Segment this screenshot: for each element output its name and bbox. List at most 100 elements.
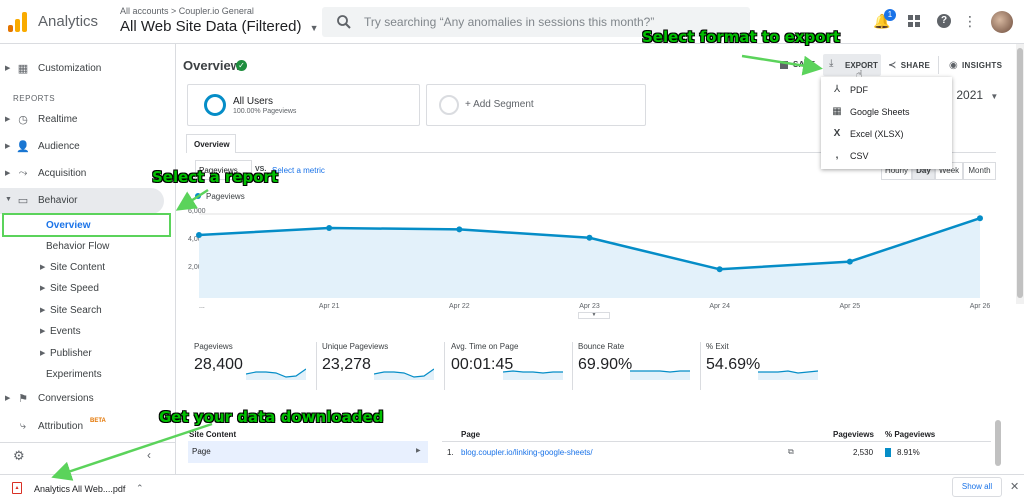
tab-overview[interactable]: Overview bbox=[186, 134, 236, 153]
sparkline bbox=[503, 370, 563, 380]
dashboard-icon: ▦ bbox=[17, 63, 29, 75]
notification-badge: 1 bbox=[884, 9, 896, 21]
sidebar-item-acquisition[interactable]: ▶ ⤳ Acquisition bbox=[0, 161, 176, 187]
sidebar-item-realtime[interactable]: ▶ ◷ Realtime bbox=[0, 107, 176, 133]
export-menu-item-google-sheets[interactable]: ▦ Google Sheets bbox=[821, 101, 952, 123]
sidebar-subitem-site-content[interactable]: ▶ Site Content bbox=[0, 257, 176, 278]
scorecard-unique-pageviews[interactable]: Unique Pageviews 23,278 bbox=[322, 342, 442, 392]
more-vert-icon[interactable]: ⋮ bbox=[961, 12, 979, 30]
x-tick-label: Apr 25 bbox=[840, 303, 861, 310]
chevron-up-icon[interactable]: ⌃ bbox=[136, 483, 144, 494]
sidebar-item-audience[interactable]: ▶ 👤 Audience bbox=[0, 134, 176, 160]
close-icon[interactable]: ✕ bbox=[1010, 480, 1019, 493]
legend-swatch bbox=[195, 193, 201, 199]
acquisition-icon: ⤳ bbox=[18, 167, 28, 179]
page-scrollbar-thumb[interactable] bbox=[1017, 48, 1023, 298]
site-content-row-page[interactable]: Page ▶ bbox=[188, 441, 428, 463]
collapse-sidebar-icon[interactable]: ‹ bbox=[147, 448, 151, 462]
sidebar-item-behavior[interactable]: ▼ ▭ Behavior bbox=[0, 188, 164, 214]
export-menu-item-excel[interactable]: X Excel (XLSX) bbox=[821, 123, 952, 145]
segment-subtitle: 100.00% Pageviews bbox=[233, 108, 297, 115]
scorecard-exit[interactable]: % Exit 54.69% bbox=[706, 342, 826, 392]
open-page-icon[interactable]: ⧉ bbox=[788, 447, 794, 457]
scorecard-avg-time[interactable]: Avg. Time on Page 00:01:45 bbox=[451, 342, 571, 392]
avatar[interactable] bbox=[991, 11, 1013, 33]
table-row: 1. blog.coupler.io/linking-google-sheets… bbox=[442, 441, 991, 463]
data-point bbox=[716, 266, 723, 273]
export-menu-item-pdf[interactable]: ⅄ PDF bbox=[821, 79, 952, 101]
app-title: Analytics bbox=[38, 13, 99, 30]
data-point bbox=[977, 215, 983, 222]
pct-bar bbox=[885, 448, 891, 457]
x-tick-label: Apr 23 bbox=[579, 303, 600, 310]
export-menu-item-csv[interactable]: , CSV bbox=[821, 145, 952, 167]
gear-icon[interactable]: ⚙ bbox=[13, 448, 25, 464]
page-title: Overview bbox=[183, 58, 241, 73]
sidebar-subitem-publisher[interactable]: ▶ Publisher bbox=[0, 343, 176, 364]
sidebar-subitem-behavior-flow[interactable]: Behavior Flow bbox=[0, 236, 176, 257]
add-segment[interactable]: + Add Segment bbox=[426, 84, 646, 126]
toolbar-divider bbox=[938, 56, 939, 74]
property-selector[interactable]: All Web Site Data (Filtered) ▼ bbox=[120, 18, 319, 35]
data-point bbox=[586, 234, 593, 241]
data-point bbox=[326, 225, 333, 231]
x-tick-label: Apr 26 bbox=[970, 303, 991, 310]
insights-button[interactable]: ◉ INSIGHTS bbox=[949, 60, 1002, 71]
sidebar-item-attribution[interactable]: ⤷ Attribution BETA bbox=[0, 414, 176, 440]
table-scrollbar-thumb[interactable] bbox=[995, 420, 1001, 466]
sidebar-item-customization[interactable]: ▶ ▦ Customization bbox=[0, 56, 176, 82]
select-metric-link[interactable]: Select a metric bbox=[272, 166, 325, 175]
pageviews-chart: 2,0004,0006,000... Apr 21 Apr 22 Apr 23 Apr … bbox=[188, 208, 991, 310]
reports-header: REPORTS bbox=[13, 94, 56, 103]
caret-down-icon: ▼ bbox=[309, 23, 319, 33]
sidebar-item-conversions[interactable]: ▶ ⚑ Conversions bbox=[0, 386, 176, 412]
scorecard-divider bbox=[572, 342, 573, 390]
x-tick-label: Apr 21 bbox=[319, 303, 340, 310]
show-all-button[interactable]: Show all bbox=[952, 477, 1002, 497]
export-button[interactable]: ⤓ EXPORT bbox=[823, 54, 881, 76]
analytics-logo[interactable] bbox=[8, 12, 28, 32]
help-icon[interactable]: ? bbox=[935, 12, 953, 30]
sidebar-subitem-site-speed[interactable]: ▶ Site Speed bbox=[0, 278, 176, 299]
scorecard-bounce-rate[interactable]: Bounce Rate 69.90% bbox=[578, 342, 698, 392]
share-button[interactable]: ≺ SHARE bbox=[888, 60, 930, 71]
sparkline bbox=[630, 370, 690, 380]
share-icon: ≺ bbox=[888, 60, 897, 71]
sidebar-subitem-site-search[interactable]: ▶ Site Search bbox=[0, 300, 176, 321]
chevron-right-icon: ▶ bbox=[40, 328, 46, 335]
empty-ring-icon bbox=[439, 95, 459, 115]
chevron-right-icon: ▶ bbox=[5, 116, 11, 123]
granularity-month[interactable]: Month bbox=[963, 162, 996, 180]
x-tick-label: ... bbox=[199, 303, 205, 310]
highlight-box bbox=[2, 213, 171, 237]
chevron-down-icon: ▼ bbox=[5, 196, 12, 203]
page-link[interactable]: blog.coupler.io/linking-google-sheets/ bbox=[461, 448, 593, 457]
sidebar-subitem-experiments[interactable]: Experiments bbox=[0, 364, 176, 385]
segment-name: All Users bbox=[233, 96, 274, 107]
scorecard-divider bbox=[700, 342, 701, 390]
save-icon bbox=[780, 60, 788, 69]
pdf-icon: ⅄ bbox=[833, 84, 841, 95]
search-icon bbox=[337, 15, 351, 29]
sidebar-divider bbox=[0, 442, 176, 443]
scorecard-divider bbox=[444, 342, 445, 390]
download-bar bbox=[0, 474, 1024, 504]
behavior-icon: ▭ bbox=[17, 195, 29, 207]
chevron-right-icon: ▶ bbox=[5, 170, 11, 177]
breadcrumb[interactable]: All accounts > Coupler.io General bbox=[120, 6, 254, 16]
person-icon: 👤 bbox=[16, 141, 30, 153]
chart-resize-handle[interactable]: ▼ bbox=[578, 312, 610, 319]
scorecard-pageviews[interactable]: Pageviews 28,400 bbox=[194, 342, 314, 392]
annotation-download: Get your data downloaded bbox=[159, 408, 384, 426]
csv-icon: , bbox=[835, 150, 839, 161]
apps-grid-icon[interactable] bbox=[905, 12, 923, 30]
data-point bbox=[456, 226, 463, 233]
sidebar-subitem-events[interactable]: ▶ Events bbox=[0, 321, 176, 342]
save-button[interactable]: SAVE bbox=[780, 60, 815, 69]
segment-all-users[interactable]: All Users 100.00% Pageviews bbox=[187, 84, 420, 126]
downloaded-file[interactable]: Analytics All Web....pdf bbox=[34, 484, 125, 494]
search-placeholder: Try searching “Any anomalies in sessions… bbox=[364, 15, 655, 29]
flag-icon: ⚑ bbox=[18, 393, 28, 405]
attribution-icon: ⤷ bbox=[19, 420, 27, 432]
chevron-right-icon: ▶ bbox=[40, 350, 46, 357]
